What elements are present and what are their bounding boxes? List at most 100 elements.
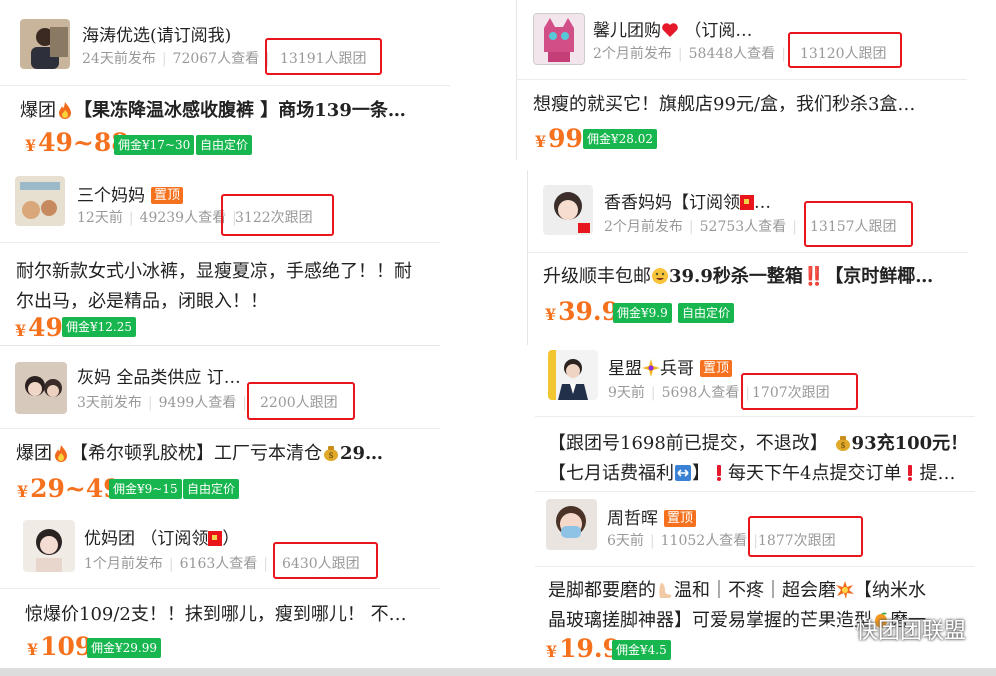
post-time: 2个月前发布 — [593, 46, 672, 62]
post-meta: 12天前 | 49239人查看 | — [77, 210, 237, 226]
post-meta: 1个月前发布 | 6163人查看 | — [84, 556, 268, 572]
post-time: 9天前 — [608, 385, 645, 401]
wechat-icon — [825, 621, 849, 641]
leader-name[interactable]: 三个妈妈 置顶 — [77, 181, 184, 206]
post-time: 3天前发布 — [77, 395, 142, 411]
view-count: 6163人查看 — [179, 556, 258, 572]
bottom-edge — [0, 668, 996, 676]
avatar[interactable] — [15, 176, 65, 226]
view-count: 58448人查看 — [688, 46, 776, 62]
grinning-face-icon — [651, 265, 669, 284]
avatar[interactable] — [543, 185, 593, 235]
divider — [0, 428, 440, 429]
commission-tag: 佣金¥28.02 — [583, 129, 657, 149]
free-pricing-tag: 自由定价 — [196, 135, 253, 155]
view-count: 52753人查看 — [699, 219, 787, 235]
highlight-box — [741, 373, 858, 410]
price: ¥39.9 — [545, 297, 620, 326]
post-meta: 6天前 | 11052人查看 | — [607, 533, 758, 549]
price: ¥49 — [15, 313, 63, 342]
divider — [528, 252, 968, 253]
divider — [535, 566, 975, 567]
arrows-icon — [674, 462, 692, 481]
divider — [0, 242, 440, 243]
post-time: 12天前 — [77, 210, 123, 226]
highlight-box — [804, 201, 913, 247]
product-title[interactable]: 惊爆价109/2支！！抹到哪儿，瘦到哪儿！ 不… — [25, 600, 445, 630]
avatar[interactable] — [23, 520, 75, 572]
divider — [535, 491, 975, 492]
view-count: 5698人查看 — [661, 385, 740, 401]
price: ¥19.9 — [546, 634, 621, 663]
free-pricing-tag: 自由定价 — [678, 303, 735, 323]
exclamation-icon — [901, 462, 919, 481]
view-count: 9499人查看 — [158, 395, 237, 411]
post-time: 2个月前发布 — [604, 219, 683, 235]
post-time: 6天前 — [607, 533, 644, 549]
post-time: 1个月前发布 — [84, 556, 163, 572]
price: ¥99 — [535, 124, 583, 153]
red-envelope-icon — [740, 195, 754, 210]
divider — [0, 588, 440, 589]
leader-name[interactable]: 周哲晖 置顶 — [607, 504, 697, 529]
divider — [535, 416, 975, 417]
column-divider — [527, 170, 528, 345]
highlight-box — [748, 516, 863, 557]
exclamation-icon — [710, 462, 728, 481]
leader-name[interactable]: 馨儿团购 （订阅… — [593, 16, 752, 41]
leader-name[interactable]: 优妈团 （订阅领） — [84, 524, 239, 549]
post-meta: 2个月前发布 | 52753人查看 | — [604, 219, 797, 235]
divider — [517, 79, 967, 80]
sparkle-icon — [642, 359, 660, 377]
avatar[interactable] — [533, 13, 585, 65]
leader-name[interactable]: 灰妈 全品类供应 订… — [77, 363, 241, 388]
commission-tag: 佣金¥9~15 — [109, 479, 182, 499]
post-meta: 9天前 | 5698人查看 | — [608, 385, 750, 401]
product-title[interactable]: 爆团 【希尔顿乳胶枕】工厂亏本清仓 $29… — [16, 439, 441, 469]
highlight-box — [247, 382, 355, 420]
fire-icon — [52, 442, 70, 462]
foot-icon — [656, 579, 674, 598]
post-meta: 24天前发布 | 72067人查看 | — [82, 51, 270, 67]
avatar[interactable] — [546, 499, 597, 550]
highlight-box — [265, 38, 382, 75]
watermark: 快团团联盟 — [825, 613, 966, 645]
post-time: 24天前发布 — [82, 51, 156, 67]
post-meta: 3天前发布 | 9499人查看 | — [77, 395, 247, 411]
view-count: 11052人查看 — [660, 533, 748, 549]
svg-text:$: $ — [840, 441, 845, 450]
price: ¥109 — [27, 632, 93, 661]
avatar[interactable] — [548, 350, 598, 400]
free-pricing-tag: 自由定价 — [183, 479, 240, 499]
highlight-box — [273, 542, 378, 579]
product-title[interactable]: 爆团 【果冻降温冰感收腹裤 】商场139一条… — [20, 96, 445, 126]
pinned-badge: 置顶 — [151, 187, 184, 204]
leader-name[interactable]: 香香妈妈【订阅领… — [604, 188, 771, 213]
product-title[interactable]: 耐尔新款女式小冰裤，显瘦夏凉，手感绝了！！耐 尔出马，必是精品，闭眼入！！ — [16, 257, 441, 317]
leader-name[interactable]: 星盟 兵哥 置顶 — [608, 354, 733, 379]
collision-icon — [836, 579, 854, 599]
pinned-badge: 置顶 — [664, 510, 697, 527]
divider — [0, 345, 440, 346]
money-bag-icon: $ — [322, 442, 340, 461]
commission-tag: 佣金¥9.9 — [613, 303, 672, 323]
leader-name[interactable]: 海涛优选(请订阅我) — [82, 21, 231, 46]
product-title[interactable]: 升级顺丰包邮 39.9秒杀一整箱‼️【京时鲜椰… — [543, 262, 963, 292]
red-envelope-icon — [208, 531, 223, 546]
avatar[interactable] — [20, 19, 70, 69]
price: ¥29~49 — [17, 474, 121, 503]
pinned-badge: 置顶 — [700, 360, 733, 377]
highlight-box — [788, 32, 902, 68]
money-bag-icon: $ — [834, 432, 852, 451]
product-title[interactable]: 【跟团号1698前已提交，不退改】 $93充100元！ 【七月话费福利】每天下午… — [548, 429, 973, 489]
view-count: 72067人查看 — [172, 51, 260, 67]
column-divider — [516, 0, 517, 160]
avatar[interactable] — [15, 362, 67, 414]
commission-tag: 佣金¥29.99 — [87, 638, 161, 658]
svg-text:$: $ — [328, 451, 333, 460]
commission-tag: 佣金¥12.25 — [62, 317, 136, 337]
fire-icon — [56, 99, 74, 119]
highlight-box — [221, 194, 334, 236]
post-meta: 2个月前发布 | 58448人查看 | — [593, 46, 786, 62]
product-title[interactable]: 想瘦的就买它！旗舰店99元/盒，我们秒杀3盒… — [533, 90, 963, 120]
